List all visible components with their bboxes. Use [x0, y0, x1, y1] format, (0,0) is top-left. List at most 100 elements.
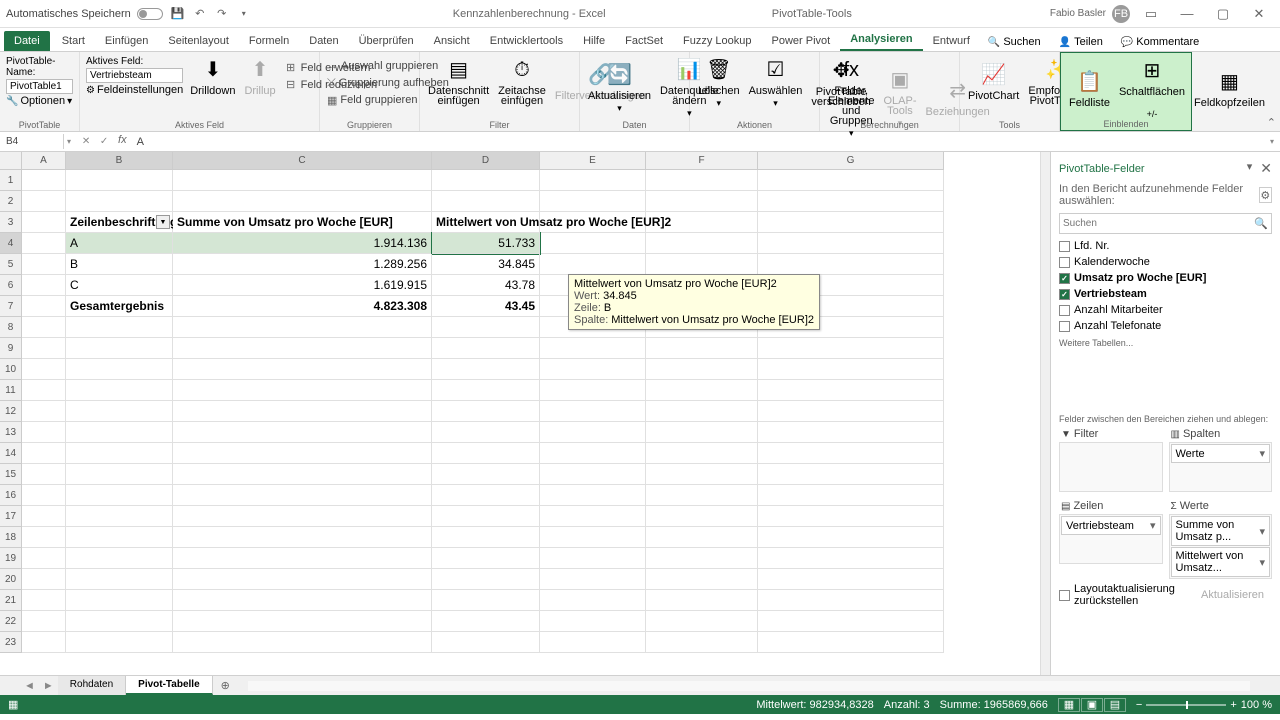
cell[interactable] [432, 485, 540, 506]
cell[interactable] [22, 170, 66, 191]
cell[interactable] [646, 527, 758, 548]
cell[interactable] [646, 170, 758, 191]
tab-einfügen[interactable]: Einfügen [95, 31, 158, 51]
row-header-23[interactable]: 23 [0, 632, 22, 653]
cell[interactable] [22, 527, 66, 548]
tab-überprüfen[interactable]: Überprüfen [349, 31, 424, 51]
cell[interactable] [540, 380, 646, 401]
pt-name-input[interactable]: PivotTable1 [6, 79, 73, 94]
ribbon-display-icon[interactable]: ▭ [1136, 3, 1166, 25]
cell[interactable] [540, 590, 646, 611]
cell[interactable] [540, 191, 646, 212]
refresh-button[interactable]: 🔄Aktualisieren▾ [584, 59, 655, 115]
filter-drop-zone[interactable] [1059, 442, 1163, 492]
buttons-toggle[interactable]: ⊞Schaltflächen+/- [1115, 55, 1189, 121]
cell[interactable] [646, 254, 758, 275]
cell[interactable] [758, 632, 944, 653]
area-chip[interactable]: Summe von Umsatz p... [1171, 516, 1271, 546]
cell[interactable] [432, 548, 540, 569]
cell[interactable] [173, 485, 432, 506]
field-kalenderwoche[interactable]: Kalenderwoche [1059, 254, 1272, 270]
cancel-formula-icon[interactable]: ✕ [78, 134, 94, 150]
cell[interactable] [758, 191, 944, 212]
cell[interactable] [758, 527, 944, 548]
cell[interactable] [646, 569, 758, 590]
fieldlist-button[interactable]: 📋Feldliste [1065, 66, 1114, 110]
row-header-20[interactable]: 20 [0, 569, 22, 590]
accept-formula-icon[interactable]: ✓ [96, 134, 112, 150]
slicer-button[interactable]: ▤Datenschnitt einfügen [424, 54, 493, 108]
cell[interactable] [432, 569, 540, 590]
defer-layout-checkbox[interactable] [1059, 590, 1070, 601]
sheet-nav-next-icon[interactable]: ► [39, 680, 58, 692]
cell[interactable] [646, 485, 758, 506]
vertical-scrollbar[interactable] [1040, 152, 1050, 675]
tab-formeln[interactable]: Formeln [239, 31, 299, 51]
close-icon[interactable]: ✕ [1244, 3, 1274, 25]
cell[interactable] [66, 485, 173, 506]
cell[interactable] [540, 170, 646, 191]
row-header-9[interactable]: 9 [0, 338, 22, 359]
cell[interactable] [66, 338, 173, 359]
cell[interactable] [432, 380, 540, 401]
row-header-2[interactable]: 2 [0, 191, 22, 212]
cell[interactable] [432, 590, 540, 611]
cell[interactable] [66, 548, 173, 569]
cell[interactable] [432, 401, 540, 422]
more-tables-link[interactable]: Weitere Tabellen... [1059, 334, 1272, 352]
tab-factset[interactable]: FactSet [615, 31, 673, 51]
drillup-button[interactable]: ⬆Drillup [240, 54, 279, 98]
col-header-C[interactable]: C [173, 152, 432, 170]
cell[interactable] [432, 464, 540, 485]
field-umsatz-pro-woche-eur-[interactable]: ✓Umsatz pro Woche [EUR] [1059, 270, 1272, 286]
row-header-8[interactable]: 8 [0, 317, 22, 338]
cell[interactable] [22, 191, 66, 212]
cell[interactable]: 4.823.308 [173, 296, 432, 317]
cell[interactable] [173, 506, 432, 527]
cell[interactable] [540, 401, 646, 422]
cell[interactable] [173, 338, 432, 359]
col-header-D[interactable]: D [432, 152, 540, 170]
row-header-22[interactable]: 22 [0, 611, 22, 632]
cell[interactable] [22, 401, 66, 422]
cell[interactable] [758, 485, 944, 506]
cell[interactable] [432, 506, 540, 527]
group-field-button[interactable]: ▦Feld gruppieren [324, 92, 415, 108]
cell[interactable] [646, 506, 758, 527]
area-chip[interactable]: Werte [1171, 444, 1271, 463]
cell[interactable] [22, 422, 66, 443]
formula-bar[interactable]: A [135, 134, 1264, 150]
col-header-G[interactable]: G [758, 152, 944, 170]
cell[interactable] [22, 506, 66, 527]
cell[interactable] [66, 422, 173, 443]
col-header-F[interactable]: F [646, 152, 758, 170]
cell[interactable] [22, 548, 66, 569]
page-layout-icon[interactable]: ▣ [1081, 698, 1103, 712]
cell[interactable] [66, 527, 173, 548]
drilldown-button[interactable]: ⬇Drilldown [186, 54, 239, 98]
rows-drop-zone[interactable]: Vertriebsteam [1059, 514, 1163, 564]
row-header-14[interactable]: 14 [0, 443, 22, 464]
cell[interactable] [540, 464, 646, 485]
page-break-icon[interactable]: ▤ [1104, 698, 1126, 712]
redo-icon[interactable]: ↷ [211, 3, 233, 25]
row-header-1[interactable]: 1 [0, 170, 22, 191]
field-settings-button[interactable]: ⚙Feldeinstellungen [86, 84, 183, 96]
row-header-5[interactable]: 5 [0, 254, 22, 275]
cell[interactable] [173, 191, 432, 212]
tab-hilfe[interactable]: Hilfe [573, 31, 615, 51]
cell[interactable] [432, 359, 540, 380]
update-button[interactable]: Aktualisieren [1193, 586, 1272, 604]
active-field-input[interactable]: Vertriebsteam [86, 68, 183, 83]
tab-start[interactable]: Start [52, 31, 95, 51]
row-header-19[interactable]: 19 [0, 548, 22, 569]
cell[interactable] [540, 233, 646, 254]
cell[interactable] [432, 170, 540, 191]
cell[interactable] [646, 359, 758, 380]
share-button[interactable]: 👤 Teilen [1051, 33, 1111, 51]
save-icon[interactable]: 💾 [167, 3, 189, 25]
cell[interactable]: C [66, 275, 173, 296]
cell[interactable] [66, 170, 173, 191]
tab-ansicht[interactable]: Ansicht [424, 31, 480, 51]
cell[interactable] [758, 359, 944, 380]
